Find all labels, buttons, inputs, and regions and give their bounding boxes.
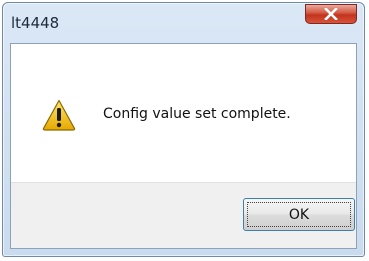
message-area: Config value set complete.: [11, 44, 356, 182]
button-area: OK: [11, 182, 356, 248]
window-title: lt4448: [11, 14, 60, 32]
warning-icon: [42, 99, 76, 131]
dialog-body: Config value set complete. OK: [10, 43, 357, 249]
message-text: Config value set complete.: [103, 106, 291, 122]
ok-button[interactable]: OK: [243, 198, 355, 231]
close-button[interactable]: [305, 4, 357, 24]
close-icon: [324, 8, 338, 20]
title-bar[interactable]: lt4448: [3, 3, 364, 43]
dialog-window: lt4448 Config value set complete. OK: [2, 2, 365, 257]
